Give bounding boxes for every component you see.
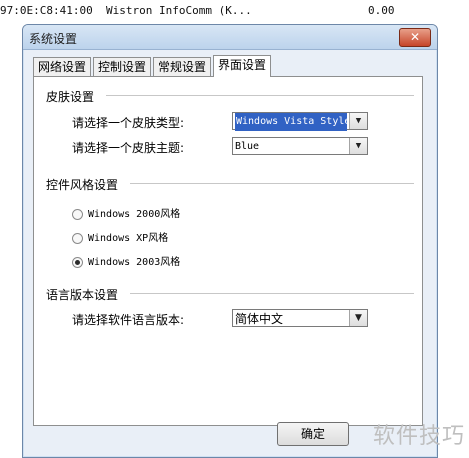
tab-network[interactable]: 网络设置 [33,57,92,76]
background-vendor: Wistron InfoComm (K... [106,4,252,17]
language-select[interactable]: 简体中文 ▼ [232,309,368,327]
chevron-down-icon[interactable]: ▼ [349,138,367,154]
skin-theme-label: 请选择一个皮肤主题: [72,141,185,155]
skin-type-value: Windows Vista Style [235,113,347,131]
ok-button[interactable]: 确定 [277,422,349,446]
tab-general[interactable]: 常规设置 [153,57,212,76]
language-group-divider [130,293,414,294]
skin-group-divider [106,95,414,96]
radio-button[interactable] [72,233,83,244]
radio-button-checked[interactable] [72,257,83,268]
skin-group-title: 皮肤设置 [46,88,99,105]
skin-theme-select[interactable]: Blue ▼ [232,137,368,155]
language-group-title: 语言版本设置 [46,286,123,303]
chevron-down-icon[interactable]: ▼ [349,113,367,129]
language-value: 简体中文 [235,312,284,326]
dialog-titlebar[interactable]: 系统设置 ✕ [23,25,437,50]
settings-dialog: 系统设置 ✕ 网络设置 控制设置 常规设置 界面设置 皮肤设置 请选择一个皮肤类… [22,24,438,458]
skin-type-label: 请选择一个皮肤类型: [72,116,185,130]
skin-theme-value: Blue [235,141,260,152]
skin-type-select[interactable]: Windows Vista Style ▼ [232,112,368,131]
radio-button[interactable] [72,209,83,220]
radio-label: Windows 2003风格 [88,257,181,268]
background-mac: 97:0E:C8:41:00 [0,4,93,17]
control-style-group-title: 控件风格设置 [46,176,123,193]
control-style-group-divider [130,183,414,184]
language-label: 请选择软件语言版本: [72,313,185,327]
close-icon: ✕ [409,30,421,44]
tab-interface[interactable]: 界面设置 [213,55,272,77]
radio-label: Windows 2000风格 [88,209,181,220]
chevron-down-icon[interactable]: ▼ [349,310,367,326]
tab-control[interactable]: 控制设置 [93,57,152,76]
watermark-text: 软件技巧 [372,424,465,449]
interface-settings-panel: 皮肤设置 请选择一个皮肤类型: Windows Vista Style ▼ 请选… [33,76,423,426]
dialog-title: 系统设置 [29,32,78,46]
background-list-row: 97:0E:C8:41:00 Wistron InfoComm (K... 0.… [0,0,469,22]
close-button[interactable]: ✕ [399,28,431,47]
radio-label: Windows XP风格 [88,233,169,244]
background-value: 0.00 [368,4,395,17]
